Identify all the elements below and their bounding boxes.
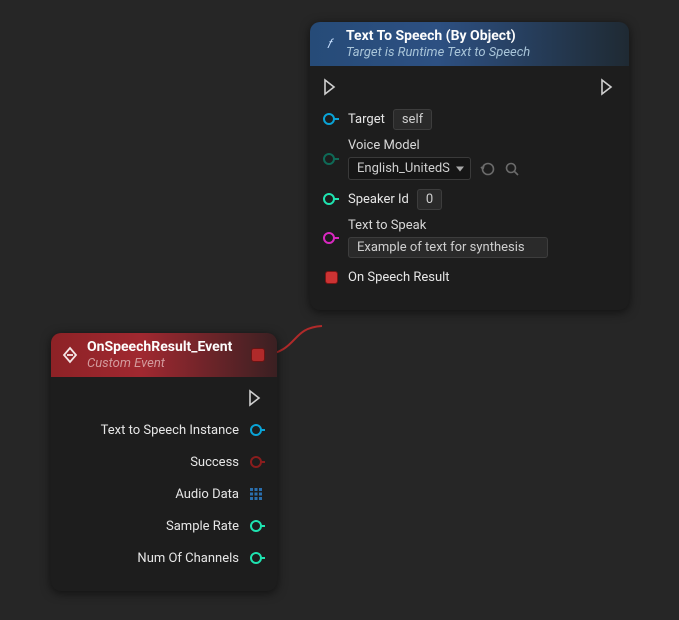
success-label: Success (190, 455, 239, 470)
target-pin[interactable] (322, 110, 340, 128)
node-text-to-speech[interactable]: 𝑓 Text To Speech (By Object) Target is R… (310, 22, 629, 310)
num-channels-pin[interactable] (247, 549, 265, 567)
speaker-id-value[interactable]: 0 (417, 189, 442, 210)
exec-in-pin[interactable] (322, 78, 340, 96)
voice-model-pin[interactable] (322, 150, 340, 168)
reset-icon[interactable] (479, 160, 497, 178)
on-speech-result-pin[interactable] (322, 268, 340, 286)
target-value[interactable]: self (393, 109, 432, 130)
node-on-speech-result-event[interactable]: OnSpeechResult_Event Custom Event Text t… (51, 333, 277, 591)
target-label: Target (348, 112, 385, 127)
node-header[interactable]: 𝑓 Text To Speech (By Object) Target is R… (310, 22, 629, 66)
node-subtitle: Target is Runtime Text to Speech (346, 45, 530, 61)
voice-model-label: Voice Model (348, 138, 521, 153)
instance-label: Text to Speech Instance (101, 423, 239, 438)
instance-pin[interactable] (247, 421, 265, 439)
speaker-id-pin[interactable] (322, 190, 340, 208)
speaker-id-label: Speaker Id (348, 192, 409, 207)
node-header[interactable]: OnSpeechResult_Event Custom Event (51, 333, 277, 377)
text-to-speak-pin[interactable] (322, 229, 340, 247)
audio-data-label: Audio Data (175, 487, 239, 502)
exec-out-pin[interactable] (599, 78, 617, 96)
success-pin[interactable] (247, 453, 265, 471)
audio-data-pin[interactable] (247, 485, 265, 503)
voice-model-dropdown[interactable]: English_UnitedS (348, 157, 471, 180)
function-icon: 𝑓 (320, 35, 338, 53)
num-channels-label: Num Of Channels (137, 551, 239, 566)
event-icon (61, 346, 79, 364)
sample-rate-label: Sample Rate (166, 519, 239, 534)
node-title: OnSpeechResult_Event (87, 339, 232, 356)
text-to-speak-value[interactable]: Example of text for synthesis (348, 237, 548, 258)
delegate-out-pin[interactable] (251, 348, 265, 362)
exec-out-pin[interactable] (247, 389, 265, 407)
browse-icon[interactable] (503, 160, 521, 178)
node-title: Text To Speech (By Object) (346, 28, 530, 45)
sample-rate-pin[interactable] (247, 517, 265, 535)
text-to-speak-label: Text to Speak (348, 218, 548, 233)
node-subtitle: Custom Event (87, 356, 232, 372)
on-speech-result-label: On Speech Result (348, 270, 450, 285)
